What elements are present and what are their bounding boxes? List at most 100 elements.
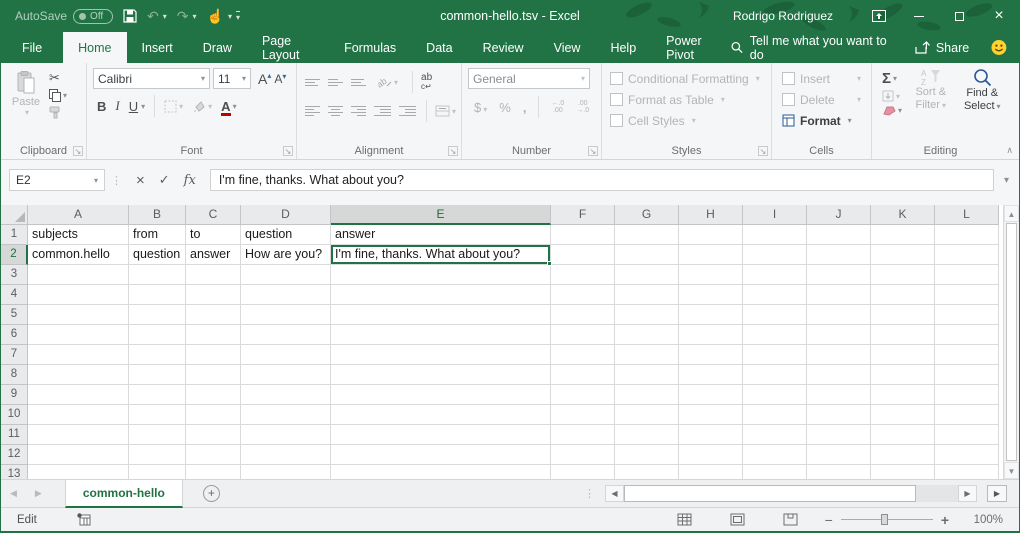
zoom-slider-thumb[interactable] <box>881 514 888 525</box>
align-right-icon[interactable] <box>351 106 366 116</box>
cell-J12[interactable] <box>807 445 871 465</box>
decrease-decimal-button[interactable]: .00→.0 <box>576 100 589 114</box>
cell-I6[interactable] <box>743 325 807 345</box>
cell-B13[interactable] <box>129 465 186 479</box>
cell-A1[interactable]: subjects <box>28 225 129 245</box>
cell-I8[interactable] <box>743 365 807 385</box>
cell-F10[interactable] <box>551 405 615 425</box>
tab-home[interactable]: Home <box>63 32 126 63</box>
cell-K10[interactable] <box>871 405 935 425</box>
cell-K13[interactable] <box>871 465 935 479</box>
cell-H11[interactable] <box>679 425 743 445</box>
cell-D8[interactable] <box>241 365 331 385</box>
cell-H8[interactable] <box>679 365 743 385</box>
copy-button[interactable]: ▾ <box>49 89 67 102</box>
cell-F8[interactable] <box>551 365 615 385</box>
cell-G5[interactable] <box>615 305 679 325</box>
styles-dialog-launcher-icon[interactable]: ↘ <box>758 146 768 156</box>
cell-B8[interactable] <box>129 365 186 385</box>
cell-K4[interactable] <box>871 285 935 305</box>
alignment-dialog-launcher-icon[interactable]: ↘ <box>448 146 458 156</box>
formula-input[interactable]: I'm fine, thanks. What about you? <box>210 169 994 191</box>
zoom-out-icon[interactable]: − <box>825 512 833 528</box>
underline-button[interactable]: U <box>129 99 138 114</box>
cell-C6[interactable] <box>186 325 241 345</box>
cell-D12[interactable] <box>241 445 331 465</box>
cell-J4[interactable] <box>807 285 871 305</box>
cell-G8[interactable] <box>615 365 679 385</box>
minimize-button[interactable] <box>899 0 939 32</box>
sort-filter-button[interactable]: AZ Sort & Filter▾ <box>908 68 953 116</box>
orientation-button[interactable]: ab ▾ <box>378 76 398 89</box>
cell-I13[interactable] <box>743 465 807 479</box>
cell-I5[interactable] <box>743 305 807 325</box>
redo-caret-icon[interactable]: ▾ <box>193 12 197 21</box>
user-name[interactable]: Rodrigo Rodriguez <box>733 9 833 23</box>
cell-F12[interactable] <box>551 445 615 465</box>
cell-A2[interactable]: common.hello <box>28 245 129 265</box>
cell-C2[interactable]: answer <box>186 245 241 265</box>
row-header-13[interactable]: 13 <box>1 465 28 479</box>
scroll-up-icon[interactable]: ▲ <box>1004 205 1019 222</box>
page-layout-view-button[interactable] <box>730 513 745 526</box>
row-header-6[interactable]: 6 <box>1 325 28 345</box>
cell-J3[interactable] <box>807 265 871 285</box>
column-header-F[interactable]: F <box>551 205 615 225</box>
horizontal-scrollbar[interactable]: ◀ ▶ <box>605 485 977 502</box>
tab-draw[interactable]: Draw <box>188 32 247 63</box>
row-header-4[interactable]: 4 <box>1 285 28 305</box>
percent-format-button[interactable]: % <box>499 100 511 115</box>
row-header-8[interactable]: 8 <box>1 365 28 385</box>
cell-B12[interactable] <box>129 445 186 465</box>
cell-K8[interactable] <box>871 365 935 385</box>
cell-E13[interactable] <box>331 465 551 479</box>
font-dialog-launcher-icon[interactable]: ↘ <box>283 146 293 156</box>
cell-J9[interactable] <box>807 385 871 405</box>
cell-J11[interactable] <box>807 425 871 445</box>
cell-E7[interactable] <box>331 345 551 365</box>
cell-L6[interactable] <box>935 325 999 345</box>
cell-L10[interactable] <box>935 405 999 425</box>
grow-font-button[interactable]: A▴ <box>258 71 271 87</box>
cell-F5[interactable] <box>551 305 615 325</box>
cell-K12[interactable] <box>871 445 935 465</box>
cell-styles-button[interactable]: Cell Styles ▾ <box>610 110 767 131</box>
cell-D11[interactable] <box>241 425 331 445</box>
sheetbar-divider-icon[interactable]: ⋮ <box>574 487 605 500</box>
tab-insert[interactable]: Insert <box>127 32 188 63</box>
cell-B11[interactable] <box>129 425 186 445</box>
cell-C8[interactable] <box>186 365 241 385</box>
tab-formulas[interactable]: Formulas <box>329 32 411 63</box>
cell-L9[interactable] <box>935 385 999 405</box>
number-dialog-launcher-icon[interactable]: ↘ <box>588 146 598 156</box>
horizontal-scroll-thumb[interactable] <box>624 485 916 502</box>
cell-A3[interactable] <box>28 265 129 285</box>
formula-bar-divider-icon[interactable]: ⋮ <box>111 174 122 187</box>
clipboard-dialog-launcher-icon[interactable]: ↘ <box>73 146 83 156</box>
scroll-right-icon[interactable]: ▶ <box>958 485 977 502</box>
zoom-in-icon[interactable]: + <box>941 512 949 528</box>
align-center-icon[interactable] <box>328 106 343 116</box>
cell-K5[interactable] <box>871 305 935 325</box>
cell-D13[interactable] <box>241 465 331 479</box>
wrap-text-button[interactable]: abc↵ <box>421 73 432 91</box>
cell-C10[interactable] <box>186 405 241 425</box>
cell-J6[interactable] <box>807 325 871 345</box>
cell-H3[interactable] <box>679 265 743 285</box>
decrease-indent-icon[interactable] <box>374 106 391 116</box>
vertical-scrollbar[interactable]: ▲ ▼ <box>1003 205 1019 479</box>
column-header-G[interactable]: G <box>615 205 679 225</box>
row-header-7[interactable]: 7 <box>1 345 28 365</box>
cell-A5[interactable] <box>28 305 129 325</box>
cell-I4[interactable] <box>743 285 807 305</box>
close-button[interactable]: × <box>979 0 1019 32</box>
cell-C12[interactable] <box>186 445 241 465</box>
cell-L7[interactable] <box>935 345 999 365</box>
column-header-A[interactable]: A <box>28 205 129 225</box>
row-header-3[interactable]: 3 <box>1 265 28 285</box>
format-as-table-button[interactable]: Format as Table ▾ <box>610 89 767 110</box>
cell-I1[interactable] <box>743 225 807 245</box>
row-header-1[interactable]: 1 <box>1 225 28 245</box>
feedback-smiley-icon[interactable] <box>991 39 1007 56</box>
cell-C13[interactable] <box>186 465 241 479</box>
